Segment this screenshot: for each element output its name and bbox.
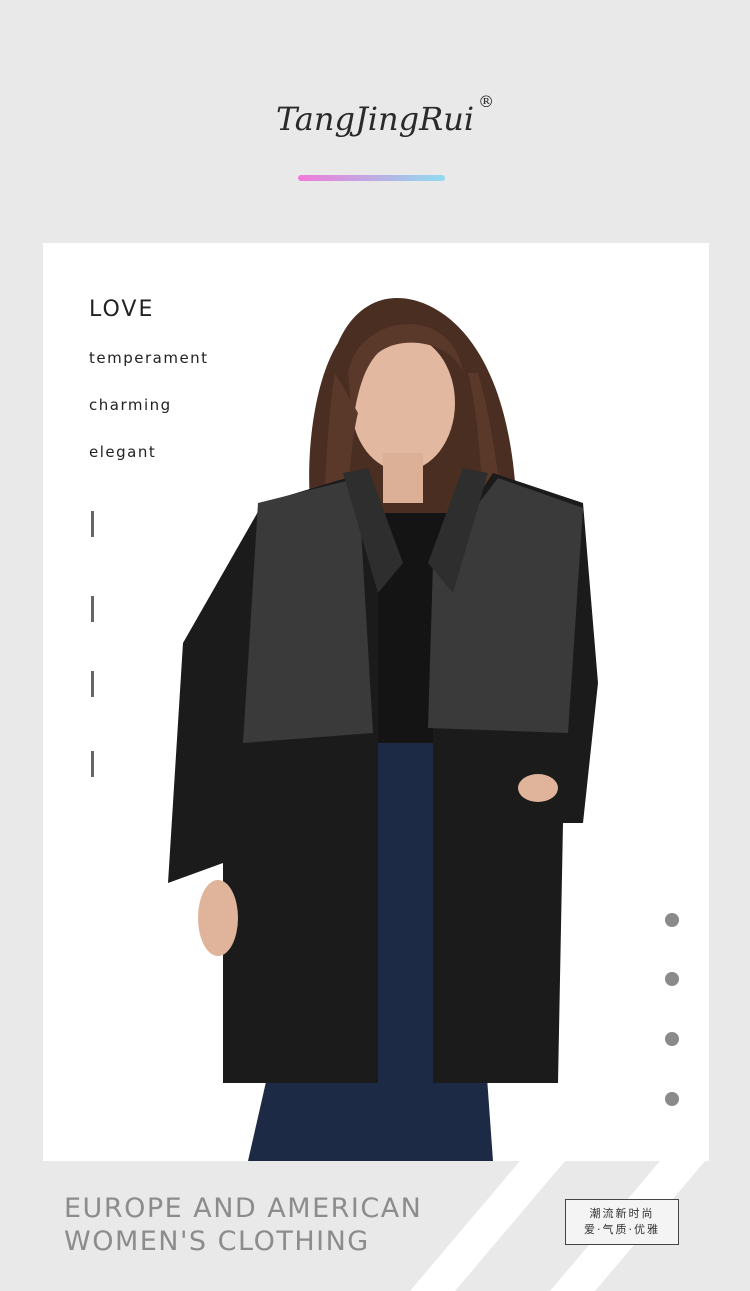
indicator-dot [665, 913, 679, 927]
word-charming: charming [89, 396, 172, 414]
indicator-dot [665, 972, 679, 986]
brand-gradient-bar [298, 175, 445, 181]
brand-logo: TangJingRui ® [0, 92, 750, 138]
brand-name: TangJingRui ® [275, 92, 495, 138]
tagline-line2: WOMEN'S CLOTHING [64, 1226, 370, 1257]
stamp-line2: 爱·气质·优雅 [584, 1223, 660, 1236]
card-heading: LOVE [89, 297, 155, 322]
tagline-line1: EUROPE AND AMERICAN [64, 1193, 423, 1224]
model-photo [168, 297, 598, 1161]
indicator-dot [665, 1092, 679, 1106]
tick-mark [91, 511, 94, 537]
product-card: LOVE temperament charming elegant [43, 243, 709, 1161]
indicator-dot [665, 1032, 679, 1046]
tick-mark [91, 751, 94, 777]
tick-mark [91, 596, 94, 622]
word-elegant: elegant [89, 443, 157, 461]
tick-mark [91, 671, 94, 697]
slogan-stamp: 潮流新时尚 爱·气质·优雅 [565, 1199, 679, 1245]
registered-mark: ® [478, 92, 495, 111]
stamp-line1: 潮流新时尚 [589, 1207, 655, 1220]
